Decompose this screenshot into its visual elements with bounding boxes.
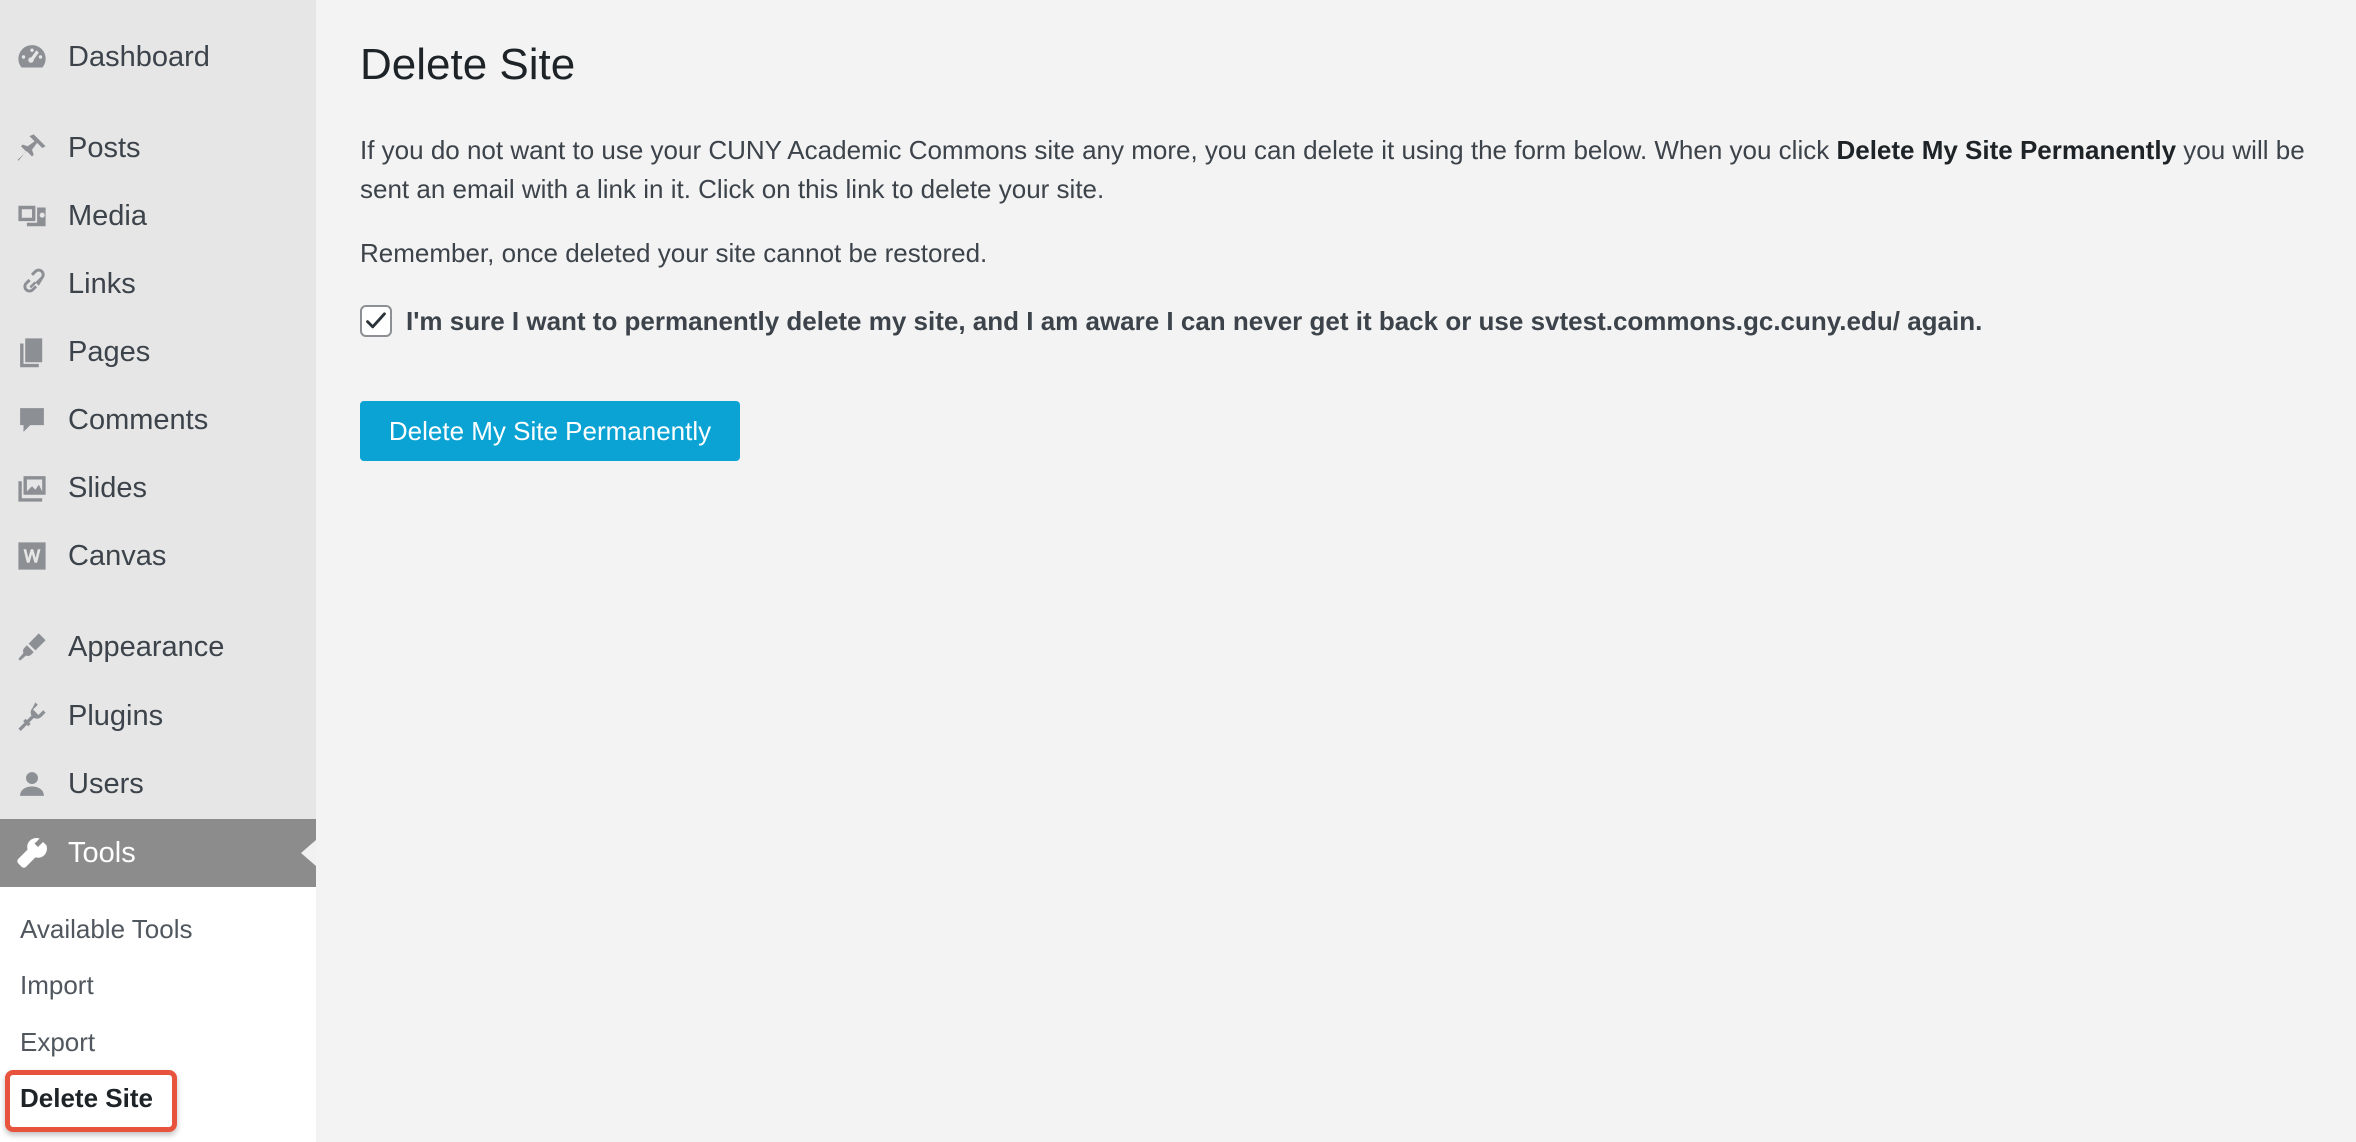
sidebar-item-users[interactable]: Users [0,751,316,817]
active-indicator-arrow [301,840,316,866]
sidebar-item-label: Comments [68,403,209,436]
sidebar-item-label: Links [68,267,136,300]
intro-paragraph: If you do not want to use your CUNY Acad… [360,131,2350,209]
plugin-icon [14,698,50,734]
sidebar-item-label: Appearance [68,630,225,663]
intro-text-part1: If you do not want to use your CUNY Acad… [360,135,1837,165]
pushpin-icon [14,130,50,166]
sidebar-item-label: Canvas [68,539,167,572]
checkmark-icon [366,312,386,329]
comment-icon [14,402,50,438]
sidebar-item-plugins[interactable]: Plugins [0,683,316,749]
sidebar-item-comments[interactable]: Comments [0,387,316,453]
dashboard-icon [14,39,50,75]
reminder-paragraph: Remember, once deleted your site cannot … [360,238,988,268]
sidebar-item-appearance[interactable]: Appearance [0,614,316,680]
intro-text-bold: Delete My Site Permanently [1836,135,2177,165]
main-content: Delete Site If you do not want to use yo… [316,0,2356,1142]
submenu-item-export[interactable]: Export [20,1027,95,1058]
sidebar-item-label: Posts [68,131,141,164]
sidebar-item-slides[interactable]: Slides [0,455,316,521]
confirm-label[interactable]: I'm sure I want to permanently delete my… [406,306,1982,337]
sidebar-item-canvas[interactable]: Canvas [0,523,316,589]
submenu-item-delete-site[interactable]: Delete Site [20,1083,153,1114]
sidebar-item-label: Tools [68,836,136,869]
media-icon [14,198,50,234]
submenu-item-available-tools[interactable]: Available Tools [20,914,193,945]
sidebar-item-pages[interactable]: Pages [0,319,316,385]
sidebar-item-media[interactable]: Media [0,183,316,249]
sidebar-item-label: Plugins [68,699,164,732]
admin-sidebar: Dashboard Posts Media Links Pages Commen… [0,0,316,1142]
confirm-row: I'm sure I want to permanently delete my… [360,305,1982,337]
paintbrush-icon [14,629,50,665]
link-icon [14,266,50,302]
delete-site-permanently-button[interactable]: Delete My Site Permanently [360,401,740,461]
sidebar-item-label: Users [68,767,144,800]
user-icon [14,766,50,802]
sidebar-item-label: Slides [68,471,147,504]
confirm-checkbox[interactable] [360,305,392,337]
pages-icon [14,334,50,370]
wrench-icon [14,835,50,871]
slides-icon [14,470,50,506]
sidebar-item-links[interactable]: Links [0,251,316,317]
submenu-item-import[interactable]: Import [20,970,94,1001]
sidebar-item-label: Pages [68,335,151,368]
tools-submenu: Available Tools Import Export Delete Sit… [0,887,316,1142]
sidebar-item-label: Dashboard [68,40,210,73]
sidebar-item-label: Media [68,199,147,232]
page-title: Delete Site [360,40,576,89]
sidebar-item-dashboard[interactable]: Dashboard [0,24,316,90]
sidebar-item-posts[interactable]: Posts [0,115,316,181]
canvas-w-icon [14,538,50,574]
sidebar-item-tools[interactable]: Tools [0,819,316,887]
